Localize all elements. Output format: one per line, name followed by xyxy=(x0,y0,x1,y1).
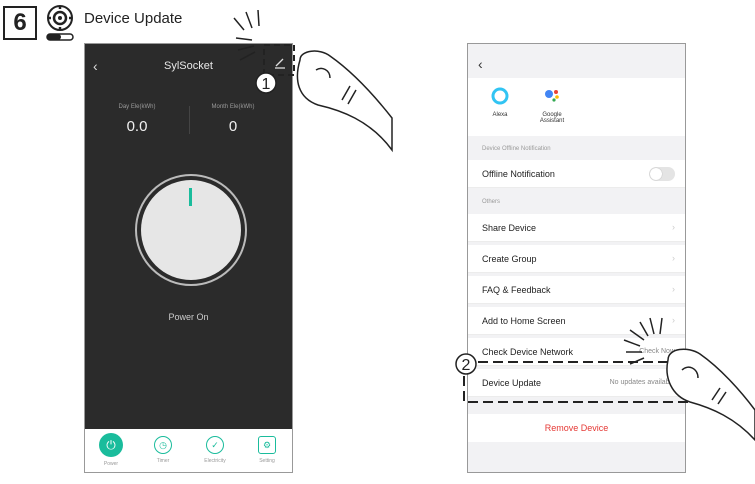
month-energy-label: Month Ele(kWh) xyxy=(211,104,255,110)
month-energy-value: 0 xyxy=(228,118,238,135)
device-title: SylSocket xyxy=(164,60,213,72)
phone-settings-screen: ‹ Alexa Google Assistant Device Offline … xyxy=(467,43,686,473)
device-update-label: Device Update xyxy=(482,378,542,388)
chevron-right-icon: › xyxy=(672,222,675,232)
google-assistant-icon xyxy=(545,90,559,102)
gear-icon: ⚙ xyxy=(258,436,276,454)
check-network-label: Check Device Network xyxy=(482,347,574,357)
tab-setting[interactable]: ⚙ Setting xyxy=(241,429,292,472)
alexa-icon xyxy=(491,87,509,105)
tab-label: Electricity xyxy=(204,458,226,464)
section-others: Others xyxy=(482,199,501,205)
power-status: Power On xyxy=(168,312,209,322)
offline-notification-toggle[interactable] xyxy=(649,167,675,181)
chevron-right-icon: › xyxy=(672,253,675,263)
faq-row[interactable]: FAQ & Feedback › xyxy=(468,276,685,304)
tab-electricity[interactable]: ✓ Electricity xyxy=(189,429,241,472)
day-energy-value: 0.0 xyxy=(126,118,148,135)
assistants-panel: Alexa Google Assistant xyxy=(468,78,685,136)
check-network-value: Check Now xyxy=(639,348,675,355)
create-group-row[interactable]: Create Group › xyxy=(468,245,685,273)
device-update-row[interactable]: Device Update No updates available xyxy=(468,369,685,397)
tab-power[interactable]: ⏻ Power xyxy=(85,429,137,472)
tab-label: Setting xyxy=(259,458,275,464)
toggle-knob xyxy=(650,168,662,180)
create-group-label: Create Group xyxy=(482,254,537,264)
device-update-value: No updates available xyxy=(609,379,675,386)
check-network-row[interactable]: Check Device Network Check Now xyxy=(468,338,685,366)
tab-label: Power xyxy=(103,461,119,467)
chevron-right-icon: › xyxy=(672,284,675,294)
electricity-icon: ✓ xyxy=(206,436,224,454)
stat-divider xyxy=(189,106,190,134)
pointing-hand-icon xyxy=(296,50,393,153)
chevron-right-icon: › xyxy=(672,315,675,325)
google-assistant-label: Google Assistant xyxy=(539,112,565,124)
remove-device-button[interactable]: Remove Device xyxy=(468,414,685,442)
add-home-screen-row[interactable]: Add to Home Screen › xyxy=(468,307,685,335)
offline-notification-row: Offline Notification xyxy=(468,160,685,188)
google-assistant-item[interactable]: Google Assistant xyxy=(522,86,582,124)
tab-timer[interactable]: ◷ Timer xyxy=(137,429,189,472)
update-gear-icon xyxy=(46,5,74,41)
alexa-item[interactable]: Alexa xyxy=(470,86,530,118)
bottom-tab-bar: ⏻ Power ◷ Timer ✓ Electricity ⚙ Setting xyxy=(85,429,292,472)
phone-device-screen: ‹ SylSocket Day Ele(kWh) 0.0 Month Ele(k… xyxy=(84,43,293,473)
offline-notification-label: Offline Notification xyxy=(482,169,555,179)
edit-icon[interactable] xyxy=(273,56,287,70)
back-icon[interactable]: ‹ xyxy=(478,56,483,72)
add-home-screen-label: Add to Home Screen xyxy=(482,316,566,326)
section-offline: Device Offline Notification xyxy=(482,146,551,152)
alexa-label: Alexa xyxy=(492,112,508,118)
share-device-row[interactable]: Share Device › xyxy=(468,214,685,242)
share-device-label: Share Device xyxy=(482,223,537,233)
power-icon: ⏻ xyxy=(99,433,123,457)
clock-icon: ◷ xyxy=(154,436,172,454)
faq-label: FAQ & Feedback xyxy=(482,285,551,295)
step-title: Device Update xyxy=(84,10,183,27)
day-energy-label: Day Ele(kWh) xyxy=(118,104,156,110)
remove-device-label: Remove Device xyxy=(544,423,609,433)
power-indicator xyxy=(189,188,192,206)
tab-label: Timer xyxy=(156,458,170,464)
step-number: 6 xyxy=(3,6,37,40)
